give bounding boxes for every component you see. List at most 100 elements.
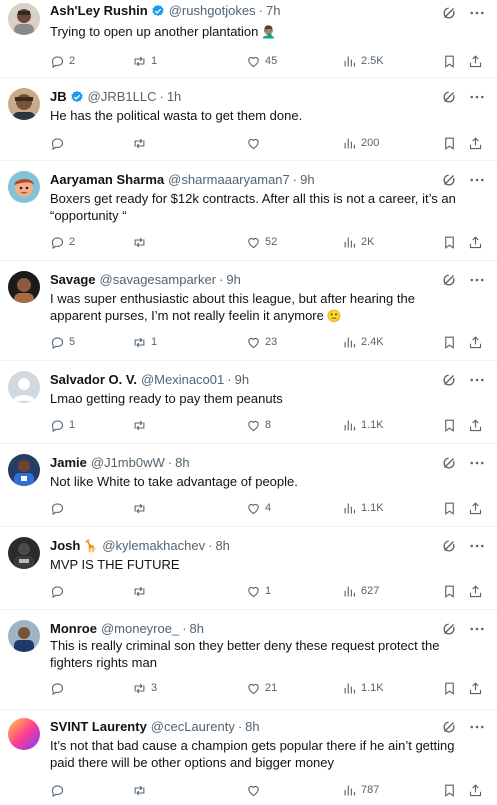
views-button[interactable]: 2K	[342, 233, 374, 251]
avatar[interactable]	[8, 3, 40, 35]
bookmark-button[interactable]	[442, 499, 457, 517]
share-button[interactable]	[468, 333, 483, 351]
timestamp[interactable]: 8h	[215, 537, 229, 555]
retweet-button[interactable]	[132, 499, 151, 517]
views-button[interactable]: 787	[342, 781, 379, 799]
avatar[interactable]	[8, 537, 40, 569]
reply-button[interactable]	[50, 781, 69, 799]
avatar[interactable]	[8, 454, 40, 486]
grok-icon[interactable]	[440, 371, 458, 389]
share-button[interactable]	[468, 582, 483, 600]
timestamp[interactable]: 9h	[235, 371, 249, 389]
handle[interactable]: @moneyroe_	[101, 620, 179, 638]
display-name[interactable]: Monroe	[50, 620, 97, 638]
avatar[interactable]	[8, 171, 40, 203]
grok-icon[interactable]	[440, 537, 458, 555]
views-button[interactable]: 200	[342, 134, 379, 152]
display-name[interactable]: Salvador O. V.	[50, 371, 137, 389]
grok-icon[interactable]	[440, 4, 458, 22]
more-icon[interactable]	[468, 537, 486, 555]
timestamp[interactable]: 7h	[266, 2, 280, 20]
retweet-button[interactable]	[132, 781, 151, 799]
more-icon[interactable]	[468, 371, 486, 389]
bookmark-button[interactable]	[442, 416, 457, 434]
share-button[interactable]	[468, 781, 483, 799]
retweet-button[interactable]: 1	[132, 52, 157, 70]
timestamp[interactable]: 8h	[175, 454, 189, 472]
bookmark-button[interactable]	[442, 781, 457, 799]
tweet[interactable]: Josh 🦒 @kylemakhachev · 8h MVP IS THE FU…	[0, 527, 497, 610]
timestamp[interactable]: 9h	[226, 271, 240, 289]
retweet-button[interactable]: 3	[132, 679, 157, 697]
like-button[interactable]: 21	[246, 679, 277, 697]
more-icon[interactable]	[468, 620, 486, 638]
tweet[interactable]: Salvador O. V. @Mexinaco01 · 9h Lmao get…	[0, 361, 497, 444]
views-button[interactable]: 2.4K	[342, 333, 384, 351]
share-button[interactable]	[468, 52, 483, 70]
avatar[interactable]	[8, 371, 40, 403]
grok-icon[interactable]	[440, 171, 458, 189]
share-button[interactable]	[468, 416, 483, 434]
grok-icon[interactable]	[440, 454, 458, 472]
reply-button[interactable]	[50, 582, 69, 600]
tweet[interactable]: JB @JRB1LLC · 1h He has the political wa…	[0, 78, 497, 161]
display-name[interactable]: Ash'Ley Rushin	[50, 2, 148, 20]
display-name[interactable]: Aaryaman Sharma	[50, 171, 164, 189]
like-button[interactable]: 4	[246, 499, 271, 517]
like-button[interactable]: 45	[246, 52, 277, 70]
reply-button[interactable]: 5	[50, 333, 75, 351]
grok-icon[interactable]	[440, 620, 458, 638]
bookmark-button[interactable]	[442, 134, 457, 152]
bookmark-button[interactable]	[442, 582, 457, 600]
handle[interactable]: @JRB1LLC	[88, 88, 157, 106]
display-name[interactable]: Josh	[50, 537, 80, 555]
like-button[interactable]	[246, 134, 265, 152]
tweet[interactable]: Aaryaman Sharma @sharmaaaryaman7 · 9h Bo…	[0, 161, 497, 261]
tweet[interactable]: Ash'Ley Rushin @rushgotjokes · 7h Trying…	[0, 0, 497, 78]
more-icon[interactable]	[468, 4, 486, 22]
bookmark-button[interactable]	[442, 233, 457, 251]
views-button[interactable]: 627	[342, 582, 379, 600]
handle[interactable]: @Mexinaco01	[141, 371, 224, 389]
display-name[interactable]: SVINT Laurenty	[50, 718, 147, 736]
display-name[interactable]: JB	[50, 88, 67, 106]
handle[interactable]: @sharmaaaryaman7	[168, 171, 290, 189]
share-button[interactable]	[468, 679, 483, 697]
more-icon[interactable]	[468, 718, 486, 736]
timestamp[interactable]: 8h	[245, 718, 259, 736]
display-name[interactable]: Savage	[50, 271, 96, 289]
handle[interactable]: @savagesamparker	[100, 271, 217, 289]
like-button[interactable]: 52	[246, 233, 277, 251]
reply-button[interactable]	[50, 499, 69, 517]
share-button[interactable]	[468, 134, 483, 152]
more-icon[interactable]	[468, 454, 486, 472]
views-button[interactable]: 1.1K	[342, 499, 384, 517]
tweet[interactable]: Monroe @moneyroe_ · 8h This is really cr…	[0, 610, 497, 710]
timestamp[interactable]: 1h	[167, 88, 181, 106]
display-name[interactable]: Jamie	[50, 454, 87, 472]
more-icon[interactable]	[468, 88, 486, 106]
more-icon[interactable]	[468, 271, 486, 289]
tweet[interactable]: Jamie @J1mb0wW · 8h Not like White to ta…	[0, 444, 497, 527]
retweet-button[interactable]	[132, 134, 151, 152]
grok-icon[interactable]	[440, 718, 458, 736]
reply-button[interactable]: 1	[50, 416, 75, 434]
retweet-button[interactable]	[132, 233, 151, 251]
avatar[interactable]	[8, 88, 40, 120]
avatar[interactable]	[8, 620, 40, 652]
like-button[interactable]: 23	[246, 333, 277, 351]
tweet[interactable]: Savage @savagesamparker · 9h I was super…	[0, 261, 497, 361]
views-button[interactable]: 1.1K	[342, 416, 384, 434]
handle[interactable]: @cecLaurenty	[151, 718, 235, 736]
tweet[interactable]: SVINT Laurenty @cecLaurenty · 8h It’s no…	[0, 710, 497, 805]
reply-button[interactable]	[50, 679, 69, 697]
bookmark-button[interactable]	[442, 679, 457, 697]
like-button[interactable]: 1	[246, 582, 271, 600]
views-button[interactable]: 1.1K	[342, 679, 384, 697]
grok-icon[interactable]	[440, 271, 458, 289]
like-button[interactable]	[246, 781, 265, 799]
grok-icon[interactable]	[440, 88, 458, 106]
retweet-button[interactable]	[132, 416, 151, 434]
timestamp[interactable]: 8h	[190, 620, 204, 638]
bookmark-button[interactable]	[442, 333, 457, 351]
